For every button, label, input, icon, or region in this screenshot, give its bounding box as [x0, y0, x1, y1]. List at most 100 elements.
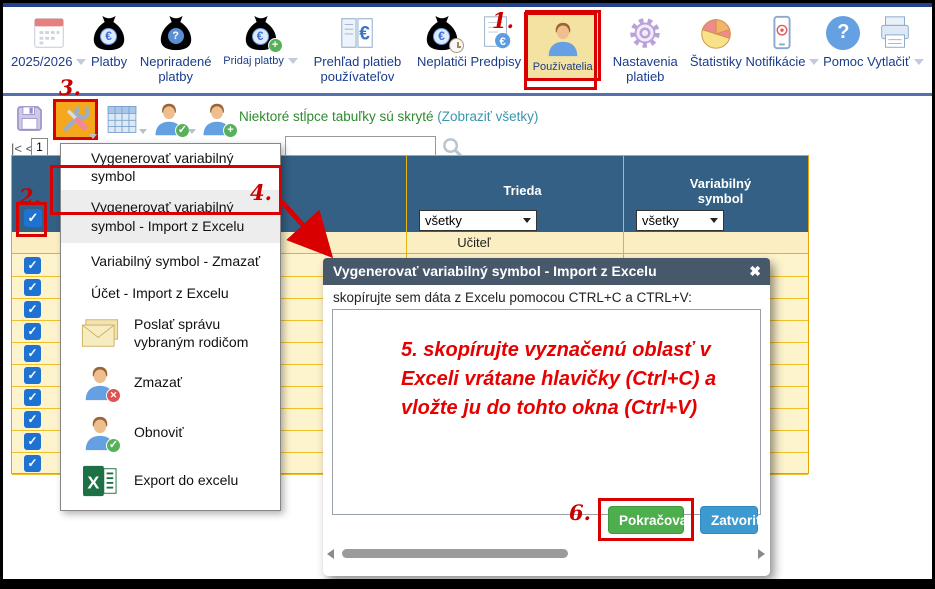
- chevron-down-icon: [139, 129, 147, 134]
- pager-first-button[interactable]: |<: [11, 141, 22, 156]
- row-checkbox[interactable]: [24, 411, 41, 428]
- envelope-icon: [79, 318, 121, 348]
- nav-item-nepriradene-platby[interactable]: Nepriradené platby: [132, 14, 220, 84]
- tools-icon[interactable]: [53, 99, 98, 140]
- svg-text:X: X: [87, 472, 99, 492]
- save-icon[interactable]: [13, 102, 46, 135]
- scroll-left-icon[interactable]: [327, 549, 334, 559]
- x-badge-icon: [106, 388, 121, 403]
- plus-badge-icon: [268, 38, 283, 53]
- column-header-trieda: Trieda: [414, 183, 631, 198]
- step2-label: 2.: [19, 186, 41, 207]
- check-badge-icon: [106, 438, 121, 453]
- chevron-down-icon: [188, 129, 196, 134]
- select-all-checkbox[interactable]: [24, 209, 42, 227]
- menu-item-zmazat[interactable]: Zmazať: [61, 358, 280, 408]
- variabilny-symbol-filter-select[interactable]: všetky: [636, 210, 724, 231]
- step6-label: 6.: [569, 502, 591, 523]
- nav-item-pridaj-platby[interactable]: Pridaj platby: [223, 14, 298, 67]
- row-checkbox[interactable]: [24, 389, 41, 406]
- menu-item-ucet-import[interactable]: Účet - Import z Excelu: [61, 277, 280, 309]
- nav-item-pouzivatelia[interactable]: Používatelia: [525, 10, 601, 81]
- nav-item-neplatici[interactable]: Neplatiči: [417, 14, 467, 70]
- paste-textarea[interactable]: 5. skopírujte vyznačenú oblasť v Exceli …: [332, 309, 761, 515]
- top-navigation: 2025/2026 Platby Nepriradené platby Prid…: [3, 7, 932, 96]
- nav-label: Pomoc: [823, 55, 863, 70]
- dialog-instruction: skopírujte sem dáta z Excelu pomocou CTR…: [333, 290, 692, 305]
- column-header-variabilny-symbol: Variabilný symbol: [631, 176, 810, 206]
- chevron-down-icon: [809, 59, 819, 65]
- nav-label: Nastavenia platieb: [604, 55, 686, 84]
- chevron-down-icon: [288, 58, 298, 64]
- restore-user-icon: [79, 414, 121, 452]
- app-window: 2025/2026 Platby Nepriradené platby Prid…: [0, 0, 935, 589]
- show-all-link[interactable]: (Zobraziť všetky): [437, 109, 538, 124]
- chevron-down-icon: [76, 59, 86, 65]
- money-bag-overdue-icon: [423, 14, 461, 52]
- nav-label: 2025/2026: [11, 55, 72, 70]
- chevron-down-icon: [710, 218, 718, 223]
- delete-user-icon: [79, 364, 121, 402]
- clock-badge-icon: [449, 38, 464, 53]
- row-checkbox[interactable]: [24, 345, 41, 362]
- row-checkbox[interactable]: [24, 455, 41, 472]
- step5-annotation: 5. skopírujte vyznačenú oblasť v Exceli …: [401, 336, 753, 423]
- nav-item-prehlad-platieb[interactable]: € Prehľad platieb používateľov: [301, 14, 413, 84]
- columns-icon[interactable]: [104, 103, 140, 136]
- add-user-icon[interactable]: [199, 101, 235, 137]
- payments-book-icon: €: [338, 14, 376, 52]
- scrollbar-thumb[interactable]: [342, 549, 568, 558]
- nav-item-platby[interactable]: Platby: [90, 14, 128, 70]
- gear-icon: [626, 14, 664, 52]
- search-input[interactable]: [285, 136, 436, 157]
- nav-item-nastavenia-platieb[interactable]: Nastavenia platieb: [604, 14, 686, 84]
- nav-label: Používatelia: [533, 61, 593, 73]
- nav-item-school-year[interactable]: 2025/2026: [11, 14, 86, 70]
- dialog-title: Vygenerovať variabilný symbol - Import z…: [323, 258, 770, 285]
- menu-item-export-do-excelu[interactable]: X Export do excelu: [61, 458, 280, 504]
- plus-badge-icon: [223, 123, 238, 138]
- menu-item-poslat-spravu[interactable]: Poslať správu vybraným rodičom: [61, 309, 280, 357]
- nav-item-statistiky[interactable]: Štatistiky: [690, 14, 742, 70]
- chevron-down-icon: [914, 59, 924, 65]
- calendar-icon: [30, 14, 68, 52]
- page-number-input[interactable]: [31, 138, 48, 156]
- row-checkbox[interactable]: [24, 257, 41, 274]
- money-bag-icon: [90, 14, 128, 52]
- row-checkbox[interactable]: [24, 279, 41, 296]
- nav-item-vytlacit[interactable]: Vytlačiť: [867, 14, 924, 70]
- pager: |< <: [11, 141, 33, 156]
- nav-label: Nepriradené platby: [132, 55, 220, 84]
- approve-user-icon[interactable]: [151, 101, 187, 137]
- nav-label: Neplatiči: [417, 55, 467, 70]
- svg-text:€: €: [499, 36, 506, 48]
- close-icon[interactable]: [749, 263, 761, 280]
- menu-item-vygenerovat-vs[interactable]: Vygenerovať variabilný symbol: [61, 144, 280, 190]
- horizontal-scrollbar: [327, 546, 765, 561]
- nav-label: Pridaj platby: [223, 55, 284, 67]
- row-checkbox[interactable]: [24, 433, 41, 450]
- hidden-columns-status: Niektoré stĺpce tabuľky sú skryté (Zobra…: [239, 109, 538, 124]
- step1-label: 1.: [492, 10, 514, 31]
- menu-item-obnovit[interactable]: Obnoviť: [61, 408, 280, 458]
- user-icon: [544, 20, 582, 58]
- menu-item-vs-import-z-excelu[interactable]: Vygenerovať variabilný symbol - Import z…: [61, 190, 280, 242]
- continue-button[interactable]: Pokračovať: [608, 506, 684, 534]
- nav-label: Notifikácie: [745, 55, 805, 70]
- step4-label: 4.: [250, 182, 272, 203]
- trieda-filter-select[interactable]: všetky: [419, 210, 537, 231]
- row-checkbox[interactable]: [24, 367, 41, 384]
- close-button[interactable]: Zatvoriť: [700, 506, 758, 534]
- tools-context-menu: Vygenerovať variabilný symbol Vygenerova…: [60, 143, 281, 511]
- nav-label: Platby: [91, 55, 127, 70]
- nav-item-pomoc[interactable]: Pomoc: [823, 14, 863, 70]
- import-excel-dialog: Vygenerovať variabilný symbol - Import z…: [323, 258, 770, 576]
- printer-icon: [876, 14, 914, 52]
- help-icon: [824, 14, 862, 52]
- scroll-right-icon[interactable]: [758, 549, 765, 559]
- excel-icon: X: [79, 464, 121, 498]
- row-checkbox[interactable]: [24, 323, 41, 340]
- row-checkbox[interactable]: [24, 301, 41, 318]
- nav-item-notifikacie[interactable]: Notifikácie: [745, 14, 819, 70]
- menu-item-vs-zmazat[interactable]: Variabilný symbol - Zmazať: [61, 243, 280, 277]
